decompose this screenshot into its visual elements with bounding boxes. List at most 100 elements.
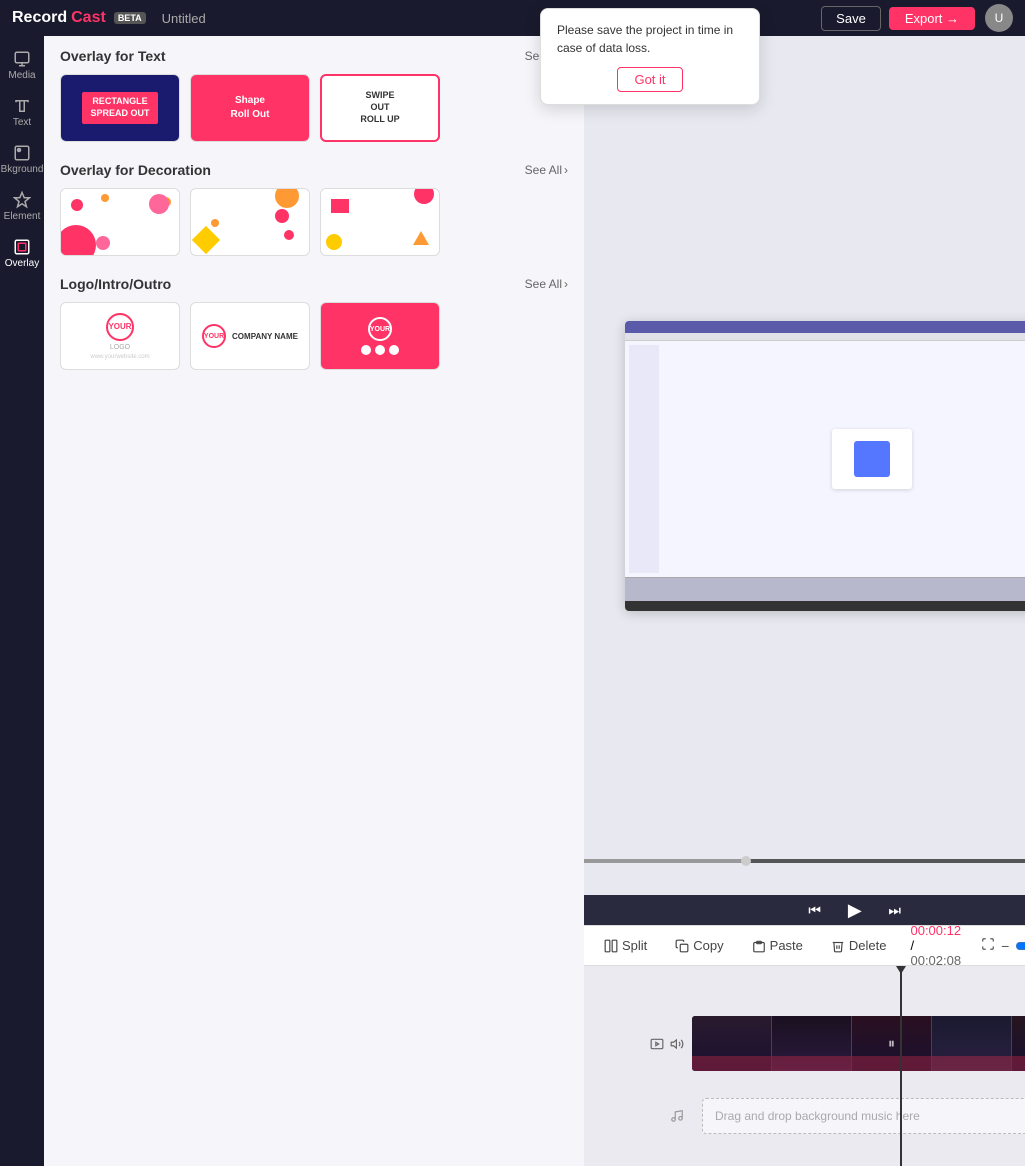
social-icon-1 bbox=[361, 345, 371, 355]
sidebar-media-label: Media bbox=[8, 70, 35, 81]
element-icon bbox=[13, 191, 31, 209]
zoom-fit-icon bbox=[981, 937, 995, 951]
overlay-card-rect-spread[interactable]: RECTANGLE SPREAD OUT bbox=[60, 74, 180, 142]
overlay-text-title: Overlay for Text bbox=[60, 48, 166, 64]
time-display: 00:00:12 / 00:02:08 bbox=[910, 923, 961, 968]
overlay-card-deco2[interactable] bbox=[190, 188, 310, 256]
user-avatar[interactable]: U bbox=[985, 4, 1013, 32]
zoom-fit-button[interactable] bbox=[981, 937, 995, 954]
overlay-card-deco1[interactable] bbox=[60, 188, 180, 256]
video-track-icon bbox=[650, 1037, 664, 1051]
overlay-icon bbox=[13, 238, 31, 256]
music-track-controls bbox=[584, 1109, 692, 1123]
card-shape-roll-text: Shape Roll Out bbox=[231, 94, 270, 122]
logo2-company-name: COMPANY NAME bbox=[232, 332, 298, 341]
logo3-circle: YOUR bbox=[368, 317, 392, 341]
copy-icon bbox=[675, 939, 689, 953]
video-thumb-4 bbox=[932, 1016, 1012, 1071]
overlay-card-swipe-out[interactable]: SWIPE OUT ROLL UP bbox=[320, 74, 440, 142]
overlay-card-deco3[interactable] bbox=[320, 188, 440, 256]
overlay-card-logo3[interactable]: YOUR bbox=[320, 302, 440, 370]
progress-bar-container bbox=[584, 859, 1025, 863]
overlay-card-logo1[interactable]: YOUR LOGO www.yourwebsite.com bbox=[60, 302, 180, 370]
audio-track-icon bbox=[670, 1037, 684, 1051]
bkground-icon bbox=[13, 144, 31, 162]
sidebar-item-overlay[interactable]: Overlay bbox=[0, 232, 44, 275]
split-button[interactable]: Split bbox=[600, 936, 651, 955]
right-panel: ⏮ ▶ ⏭ Split Copy Paste bbox=[584, 36, 1025, 1166]
left-panel: Overlay for Text See All › RECTANGLE SPR… bbox=[44, 36, 584, 1166]
zoom-slider[interactable] bbox=[1015, 938, 1025, 954]
paste-button[interactable]: Paste bbox=[748, 936, 807, 955]
preview-screen bbox=[625, 321, 1025, 611]
zoom-out-button[interactable]: − bbox=[1001, 938, 1009, 954]
logo-intro-see-all[interactable]: See All › bbox=[525, 277, 568, 291]
preview-area bbox=[584, 36, 1025, 895]
fast-forward-button[interactable]: ⏭ bbox=[881, 896, 909, 924]
sidebar-text-label: Text bbox=[13, 117, 31, 128]
progress-thumb[interactable] bbox=[741, 856, 751, 866]
sidebar-item-background[interactable]: Bkground bbox=[0, 138, 44, 181]
card-rect-spread-text: RECTANGLE SPREAD OUT bbox=[82, 92, 157, 123]
playback-bar: ⏮ ▶ ⏭ bbox=[584, 895, 1025, 925]
overlay-card-shape-roll[interactable]: Shape Roll Out bbox=[190, 74, 310, 142]
social-icon-3 bbox=[389, 345, 399, 355]
video-thumb-1 bbox=[692, 1016, 772, 1071]
progress-fill bbox=[584, 859, 746, 863]
logo-record-text: Record bbox=[12, 9, 67, 27]
overlay-deco-title: Overlay for Decoration bbox=[60, 162, 211, 178]
app-logo: Record Cast BETA bbox=[12, 9, 146, 27]
overlay-deco-see-all[interactable]: See All › bbox=[525, 163, 568, 177]
export-button[interactable]: Export → bbox=[889, 7, 975, 30]
music-drop-area[interactable]: Drag and drop background music here bbox=[702, 1098, 1025, 1134]
music-icon bbox=[670, 1109, 684, 1123]
logo1-circle: YOUR bbox=[106, 313, 134, 341]
sidebar-overlay-label: Overlay bbox=[5, 258, 39, 269]
sidebar-bkground-label: Bkground bbox=[1, 164, 44, 175]
toolbar-bar: Split Copy Paste Delete 00:00:12 / bbox=[584, 926, 1025, 966]
music-track-row: Drag and drop background music here bbox=[584, 1096, 1025, 1136]
preview-screenshot bbox=[625, 321, 1025, 611]
overlay-text-section: Overlay for Text See All › RECTANGLE SPR… bbox=[60, 48, 568, 142]
delete-icon bbox=[831, 939, 845, 953]
preview-content bbox=[625, 341, 1025, 577]
rewind-button[interactable]: ⏮ bbox=[801, 896, 829, 924]
topbar: Record Cast BETA Untitled Save Export → … bbox=[0, 0, 1025, 36]
play-pause-button[interactable]: ▶ bbox=[841, 896, 869, 924]
logo2-circle: YOUR bbox=[202, 324, 226, 348]
logo-intro-section: Logo/Intro/Outro See All › YOUR LOGO www… bbox=[60, 276, 568, 370]
save-button[interactable]: Save bbox=[821, 6, 881, 31]
logo-intro-title: Logo/Intro/Outro bbox=[60, 276, 171, 292]
overlay-card-logo2[interactable]: YOUR COMPANY NAME bbox=[190, 302, 310, 370]
preview-timeline bbox=[625, 577, 1025, 601]
video-thumb-2 bbox=[772, 1016, 852, 1071]
overlay-deco-section: Overlay for Decoration See All › bbox=[60, 162, 568, 256]
sidebar: Media Text Bkground Element Overlay bbox=[0, 36, 44, 1166]
preview-main-content bbox=[663, 345, 1025, 573]
paste-icon bbox=[752, 939, 766, 953]
sidebar-item-media[interactable]: Media bbox=[0, 44, 44, 87]
time-current: 00:00:12 bbox=[910, 923, 961, 938]
sidebar-item-element[interactable]: Element bbox=[0, 185, 44, 228]
preview-topbar bbox=[625, 321, 1025, 333]
logo-cast-text: Cast bbox=[71, 9, 106, 27]
overlay-deco-grid bbox=[60, 188, 568, 256]
preview-sidebar-sm bbox=[629, 345, 659, 573]
project-title[interactable]: Untitled bbox=[162, 11, 206, 26]
video-strip[interactable] bbox=[692, 1016, 1025, 1071]
overlay-text-grid: RECTANGLE SPREAD OUT Shape Roll Out SWIP… bbox=[60, 74, 568, 142]
copy-button[interactable]: Copy bbox=[671, 936, 727, 955]
timeline-area: Drag and drop background music here bbox=[584, 966, 1025, 1166]
social-icon-2 bbox=[375, 345, 385, 355]
overlay-text-header: Overlay for Text See All › bbox=[60, 48, 568, 64]
zoom-controls: − + bbox=[981, 937, 1025, 954]
video-thumb-3 bbox=[852, 1016, 932, 1071]
overlay-deco-header: Overlay for Decoration See All › bbox=[60, 162, 568, 178]
sidebar-item-text[interactable]: Text bbox=[0, 91, 44, 134]
video-track-row bbox=[584, 1016, 1025, 1071]
logo-intro-grid: YOUR LOGO www.yourwebsite.com YOUR COMPA… bbox=[60, 302, 568, 370]
logo1-tagline: www.yourwebsite.com bbox=[90, 354, 149, 360]
media-icon bbox=[13, 50, 31, 68]
got-it-button[interactable]: Got it bbox=[617, 67, 682, 92]
delete-button[interactable]: Delete bbox=[827, 936, 891, 955]
